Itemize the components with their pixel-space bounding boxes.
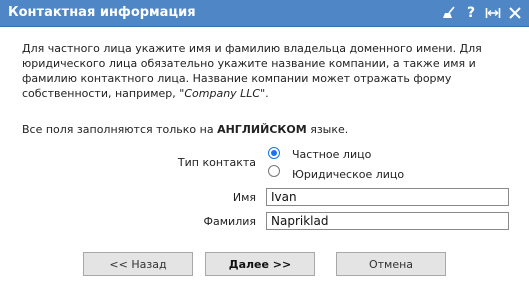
last-name-input[interactable] [266, 212, 509, 230]
radio-company[interactable] [268, 165, 280, 177]
note-before: Все поля заполняются только на [22, 123, 218, 136]
first-name-input[interactable] [266, 188, 509, 206]
help-icon[interactable]: ? [463, 5, 479, 21]
description-example: Company LLC [184, 87, 261, 100]
radio-individual[interactable] [268, 147, 280, 159]
resize-icon[interactable] [485, 5, 501, 21]
note-after: языке. [306, 123, 349, 136]
contact-type-label: Тип контакта [177, 156, 256, 169]
title-bar-icons: ? [441, 3, 523, 23]
description-text: Для частного лица укажите имя и фамилию … [22, 41, 492, 101]
help-glyph: ? [466, 5, 476, 21]
first-name-label: Имя [232, 191, 256, 204]
cancel-button[interactable]: Отмена [336, 252, 446, 276]
back-button[interactable]: << Назад [83, 252, 193, 276]
broom-icon[interactable] [441, 5, 457, 21]
language-note: Все поля заполняются только на АНГЛИЙСКО… [22, 123, 348, 136]
radio-individual-label[interactable]: Частное лицо [292, 148, 371, 161]
contact-info-dialog: Контактная информация ? Для частного лиц… [0, 0, 529, 285]
dialog-title: Контактная информация [8, 5, 196, 20]
title-bar[interactable]: Контактная информация ? [0, 0, 529, 27]
last-name-label: Фамилия [203, 215, 256, 228]
next-button[interactable]: Далее >> [205, 252, 315, 276]
close-icon[interactable] [507, 5, 523, 21]
radio-company-label[interactable]: Юридическое лицо [292, 168, 404, 181]
note-bold: АНГЛИЙСКОМ [217, 123, 307, 136]
description-end: ". [260, 87, 269, 100]
